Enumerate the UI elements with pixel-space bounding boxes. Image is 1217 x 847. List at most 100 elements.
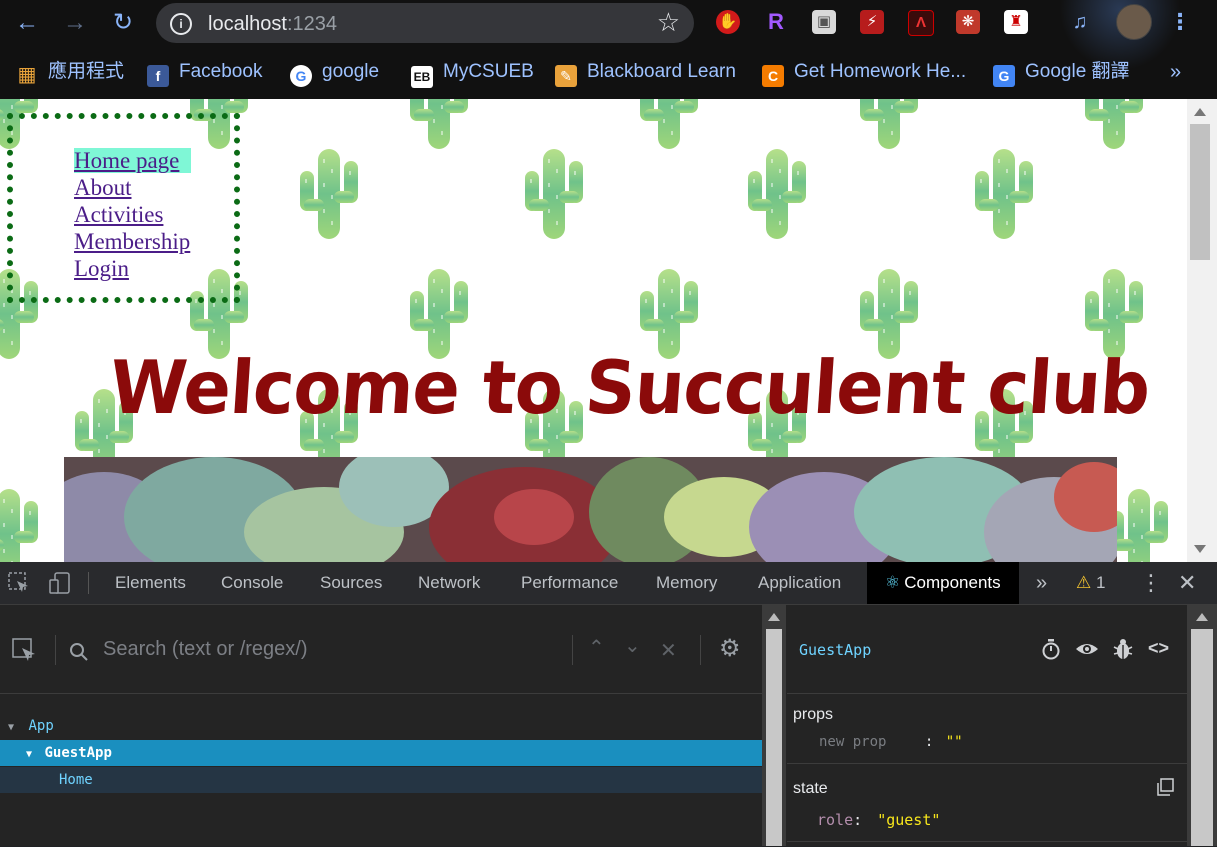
state-row[interactable]: role: "guest" [817,811,940,829]
tab-components[interactable]: ⚛ Components [867,562,1019,604]
device-toolbar-icon[interactable] [48,571,72,595]
props-section: props new prop : "" [787,693,1187,764]
succulents-hero-image [64,457,1117,562]
bookmark-label: Blackboard Learn [587,61,736,82]
devtools-menu-icon[interactable]: ⋮ [1140,562,1162,604]
search-input[interactable]: Search (text or /regex/) [103,638,308,661]
inspector-scrollbar[interactable] [1187,605,1217,846]
scrollbar-thumb[interactable] [1191,629,1213,846]
nav-link-membership[interactable]: Membership [74,229,190,254]
bookmark-facebook[interactable]: f Facebook [147,59,262,87]
facebook-icon: f [147,65,169,87]
settings-gear-icon[interactable]: ⚙ [719,634,741,663]
more-tabs-chevron-icon[interactable]: » [1036,562,1047,604]
tab-sources[interactable]: Sources [320,562,382,604]
state-value[interactable]: "guest" [877,811,940,829]
state-section: state role: "guest" [787,763,1187,842]
back-arrow-icon[interactable]: ← [12,8,42,38]
nav-link-activities[interactable]: Activities [74,202,163,227]
cube-extension-icon[interactable]: ▣ [812,10,836,34]
nav-link-about[interactable]: About [74,175,132,200]
react-devtools-icon[interactable]: ❋ [956,10,980,34]
expand-caret-icon[interactable]: ▼ [8,722,14,733]
forward-arrow-icon[interactable]: → [60,8,90,38]
tab-network[interactable]: Network [418,562,480,604]
expand-caret-icon[interactable]: ▼ [26,749,32,760]
mcafee-shield-icon[interactable]: ♜ [1004,10,1028,34]
nav-link-home[interactable]: Home page [74,148,192,173]
tab-memory[interactable]: Memory [656,562,717,604]
component-tree-pane: Search (text or /regex/) ⌃ ⌄ ✕ ⚙ ▼ App ▼… [0,605,762,846]
stopwatch-icon[interactable] [1040,638,1062,660]
previous-result-icon[interactable]: ⌃ [588,635,605,660]
bookmark-google-translate[interactable]: G Google 翻譯 [993,59,1130,87]
tree-item-guestapp[interactable]: ▼ GuestApp [0,740,762,766]
prop-key: new prop [819,734,887,750]
warning-count: 1 [1095,573,1106,592]
tab-console[interactable]: Console [221,562,283,604]
search-toolbar: Search (text or /regex/) ⌃ ⌄ ✕ ⚙ [0,605,762,694]
state-title: state [793,780,828,797]
bug-icon[interactable] [1113,638,1133,660]
menu-kebab-icon[interactable]: ⋮ [1168,10,1192,34]
tree-item-app[interactable]: ▼ App [0,713,762,739]
scroll-up-icon[interactable] [1194,108,1206,116]
scrollbar-thumb[interactable] [1190,124,1210,260]
bookmark-chegg[interactable]: C Get Homework He... [762,59,966,87]
prop-value[interactable]: "" [946,734,963,750]
bookmark-star-icon[interactable]: ☆ [657,7,680,38]
tree-item-label: Home [59,772,93,788]
bookmark-mycsueb[interactable]: EB MyCSUEB [411,59,534,88]
address-bar[interactable]: i localhost:1234 ☆ [156,3,694,43]
next-result-icon[interactable]: ⌄ [624,633,641,658]
flash-extension-icon[interactable]: ⚡ [860,10,884,34]
copy-icon[interactable] [1155,778,1175,798]
prop-separator: : [924,734,934,750]
view-source-icon[interactable]: <> [1148,638,1169,659]
media-queue-icon[interactable]: ♫ [1068,10,1092,34]
url-port: :1234 [286,13,337,35]
url-host: localhost [208,13,287,35]
page-heading: Welcome to Succulent club [107,344,1152,432]
reload-icon[interactable]: ↻ [108,8,138,38]
select-component-icon[interactable] [12,638,38,664]
site-navigation: Home page About Activities Membership Lo… [7,113,240,303]
page-viewport: Home page About Activities Membership Lo… [0,99,1187,562]
pdf-extension-icon[interactable]: Λ [908,10,934,36]
warnings-badge[interactable]: ⚠ 1 [1076,562,1105,604]
state-key: role [817,811,854,829]
react-atom-icon: ⚛ [885,573,901,592]
close-devtools-icon[interactable]: ✕ [1178,562,1196,604]
bookmark-label: MyCSUEB [443,61,534,82]
bookmark-google[interactable]: Ggoogle [290,59,379,87]
blackboard-icon: ✎ [555,65,577,87]
tab-performance[interactable]: Performance [521,562,618,604]
scroll-up-icon[interactable] [1196,613,1208,621]
site-info-icon[interactable]: i [170,13,192,35]
scroll-up-icon[interactable] [768,613,780,621]
tree-scrollbar[interactable] [762,605,786,846]
page-scrollbar[interactable] [1187,99,1217,562]
tab-elements[interactable]: Elements [115,562,186,604]
tree-item-home[interactable]: Home [0,767,762,793]
selected-component-name: GuestApp [799,641,872,659]
search-icon [70,643,88,661]
divider [700,635,701,665]
scrollbar-thumb[interactable] [766,629,782,846]
scroll-down-icon[interactable] [1194,545,1206,553]
inspect-element-icon[interactable] [8,572,30,594]
bookmark-blackboard[interactable]: ✎ Blackboard Learn [555,59,736,87]
adblock-hand-icon[interactable]: ✋ [716,10,740,34]
bookmarks-overflow-button[interactable]: » [1170,59,1181,85]
bookmark-label: Google 翻譯 [1025,61,1130,82]
eye-icon[interactable] [1075,639,1099,659]
tab-application[interactable]: Application [758,562,841,604]
bookmark-apps[interactable]: ▦ 應用程式 [16,59,124,86]
prop-row[interactable]: new prop : "" [819,734,963,750]
warning-icon: ⚠ [1076,573,1092,592]
avatar[interactable] [1116,4,1152,40]
nav-link-login[interactable]: Login [74,256,129,281]
r-extension-icon[interactable]: R [764,10,788,34]
clear-search-icon[interactable]: ✕ [660,638,677,663]
tree-item-label: GuestApp [44,745,112,761]
